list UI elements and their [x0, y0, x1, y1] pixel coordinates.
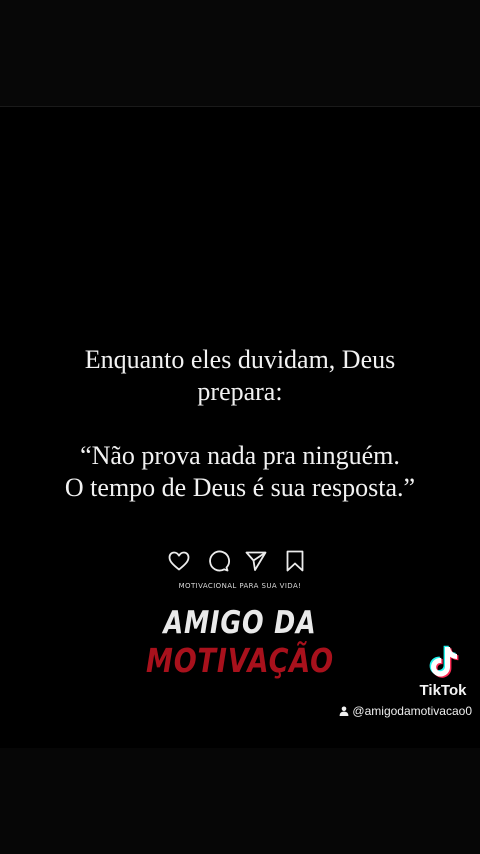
- quote-intro-line-2: prepara:: [197, 377, 283, 406]
- brand-line-1: AMIGO DA: [163, 605, 317, 641]
- user-icon: [340, 706, 349, 716]
- send-icon: [244, 549, 268, 573]
- heart-icon: [167, 549, 191, 573]
- tiktok-name: TikTok: [419, 682, 467, 699]
- tagline: MOTIVACIONAL PARA SUA VIDA!: [178, 582, 302, 590]
- quote-body-line-2: O tempo de Deus é sua resposta.”: [64, 473, 416, 502]
- tiktok-watermark: TikTok: [414, 644, 472, 699]
- creator-handle: @amigodamotivacao0: [339, 704, 472, 718]
- brand-line-2: MOTIVAÇÃO: [145, 641, 335, 680]
- tiktok-logo-icon: [429, 645, 459, 678]
- bookmark-icon: [283, 549, 307, 573]
- quote-text: Enquanto eles duvidam, Deus prepara: “Nã…: [0, 344, 480, 504]
- top-band: [0, 0, 480, 107]
- brand-logo: AMIGO DA MOTIVAÇÃO: [43, 604, 437, 680]
- creator-handle-text: @amigodamotivacao0: [352, 704, 472, 718]
- quote-gap: [0, 408, 480, 440]
- comment-icon: [206, 549, 230, 573]
- post-action-icons: [167, 548, 307, 574]
- bottom-band: [0, 748, 480, 854]
- quote-body-line-1: “Não prova nada pra ninguém.: [80, 441, 400, 470]
- quote-intro-line-1: Enquanto eles duvidam, Deus: [84, 345, 396, 374]
